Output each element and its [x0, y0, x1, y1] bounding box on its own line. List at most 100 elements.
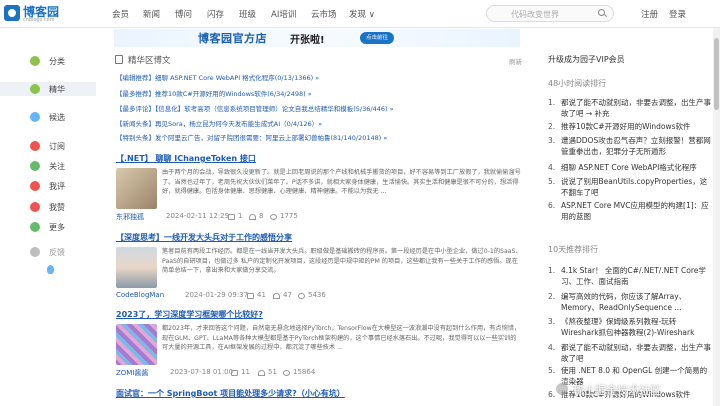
nav-item-questions[interactable]: 博问: [175, 8, 192, 20]
sidebar-item-more[interactable]: 更多: [0, 220, 96, 234]
search-input[interactable]: 代码改变世界: [486, 5, 614, 22]
post-excerpt: 由于两个月的会战，导致很久没更新了。就是上回老周说的那个产线和机械手搬货的项目，…: [162, 169, 521, 196]
essence-icon: [30, 84, 40, 94]
document-icon: [115, 55, 123, 64]
post-date: 2024-02-11 12:29: [166, 212, 230, 220]
post-author-link[interactable]: ZOMI酱酱: [116, 368, 148, 378]
comment-count[interactable]: 1: [238, 212, 242, 220]
post-meta: 东邪独孤 2024-02-11 12:29 1 8 1775: [116, 212, 524, 222]
post-title-link[interactable]: 2023了，学习深度学习框架哪个比较好?: [116, 309, 263, 320]
post-date: 2023-07-18 01:00: [170, 368, 234, 376]
promo-banner[interactable]: 博客园官方店 开张啦! 点击前往: [114, 29, 520, 47]
section-header: 精华区博文 刷新: [114, 53, 524, 67]
sidebar-item-label: 订阅: [49, 141, 65, 151]
view-count: 5436: [308, 291, 326, 299]
sidebar-item-label: 反馈: [49, 247, 65, 257]
comment-count[interactable]: 11: [241, 368, 250, 376]
view-icon: [270, 214, 277, 220]
follow-icon: [30, 161, 40, 171]
comment-icon: [247, 293, 254, 299]
nav-item-member[interactable]: 会员: [112, 8, 129, 20]
comment-count[interactable]: 41: [257, 291, 266, 299]
sidebar-item-label: 更多: [49, 222, 65, 232]
post-meta: CodeBlogMan 2024-01-29 09:37 41 47 5436: [116, 291, 524, 301]
nav-item-discover[interactable]: 发现 ∨: [349, 8, 375, 20]
post-author-link[interactable]: CodeBlogMan: [116, 291, 164, 299]
banner-title: 博客园官方店: [198, 32, 267, 45]
site-logo[interactable]: 博客园 cnblogs.com: [4, 3, 80, 25]
sidebar-item-my-likes[interactable]: 我赞: [0, 200, 96, 214]
sidebar-item-label: 我评: [49, 181, 65, 191]
view-icon: [298, 293, 305, 299]
post-excerpt: 笔者目前有两段工作经历。都是在一线当开发大头兵。职级做是基础搬砖的程序员。第一段…: [162, 248, 522, 275]
view-count: 15864: [293, 368, 316, 376]
my-like-icon: [30, 202, 40, 212]
comment-icon: [228, 214, 235, 220]
vip-link[interactable]: 升级成为园子VIP会员: [548, 54, 625, 65]
logo-icon: [4, 5, 20, 21]
logo-domain: cnblogs.com: [23, 17, 55, 23]
sidebar-item-essence[interactable]: 精华: [0, 82, 96, 96]
candidate-icon: [30, 112, 40, 122]
like-count[interactable]: 47: [283, 291, 292, 299]
subscribe-icon: [30, 141, 40, 151]
feedback-icon: [30, 247, 40, 257]
search-icon[interactable]: [598, 9, 605, 16]
login-link[interactable]: 登录: [669, 8, 686, 20]
sidebar-item-candidate[interactable]: 候选: [0, 110, 96, 124]
view-icon: [283, 370, 290, 376]
pinned-link[interactable]: 【编辑推荐】细聊 ASP.NET Core WebAPI 格式化程序(0/13/…: [116, 72, 319, 82]
author-avatar[interactable]: [116, 247, 157, 288]
pinned-link[interactable]: 【最多推荐】推荐10款C#开源好用的Windows软件(6/34/2498) »: [116, 88, 312, 98]
top-navbar: 博客园 cnblogs.com 会员 新闻 博问 闪存 班级 AI培训 云市场 …: [0, 0, 720, 28]
sidebar-item-label: 候选: [49, 112, 65, 122]
sidebar-item-feedback[interactable]: 反馈: [0, 245, 96, 259]
like-count[interactable]: 8: [259, 212, 263, 220]
more-icon: [30, 222, 40, 232]
author-avatar[interactable]: [116, 324, 157, 365]
sidebar-item-label: 精华: [49, 84, 65, 94]
page-scrollbar[interactable]: [713, 28, 720, 406]
like-icon: [258, 370, 265, 376]
post-excerpt: 都2023年，才来回答这个问题，自然毫无悬念地选择PyTorch，TensorF…: [162, 325, 521, 352]
like-icon: [249, 214, 256, 220]
comment-icon: [231, 370, 238, 376]
post-meta: ZOMI酱酱 2023-07-18 01:00 11 51 15864: [116, 368, 524, 378]
author-avatar[interactable]: [116, 168, 157, 209]
scrollbar-thumb[interactable]: [714, 38, 719, 110]
category-icon: [30, 56, 40, 66]
section-title: 精华区博文: [128, 56, 171, 66]
register-link[interactable]: 注册: [641, 8, 658, 20]
lightbulb-icon[interactable]: [47, 265, 54, 274]
sidebar-item-my-comments[interactable]: 我评: [0, 179, 96, 193]
watermark-logo-icon: [556, 383, 568, 395]
sidebar-item-label: 我赞: [49, 202, 65, 212]
hot-rank-heading: 48小时阅读排行: [548, 79, 607, 88]
recommend-rank-heading: 10天推荐排行: [548, 245, 599, 254]
nav-item-cloud-market[interactable]: 云市场: [311, 8, 337, 20]
post-title-link[interactable]: 面试官：一个 SpringBoot 项目能处理多少请求?（小心有坑）: [116, 388, 345, 399]
view-count: 1775: [280, 212, 298, 220]
pinned-link[interactable]: 【新闻头条】再见Sora，杨立昆为何今天发布能生成式AI（0/4/126）»: [116, 118, 322, 128]
post-title-link[interactable]: 【深度思考】一线开发大头兵对于工作的感悟分享: [116, 232, 292, 243]
post-author-link[interactable]: 东邪独孤: [116, 212, 144, 222]
post-title-link[interactable]: 【.NET】 聊聊 IChangeToken 接口: [116, 153, 256, 164]
sidebar-item-follow[interactable]: 关注: [0, 159, 96, 173]
banner-badge[interactable]: 点击前往: [360, 32, 395, 44]
nav-item-class[interactable]: 班级: [239, 8, 256, 20]
pinned-link[interactable]: 【最多评论】【信息化】软考高项（信息系统项目管理师）论文自我总结精华和模板(5/…: [116, 103, 394, 113]
sidebar-item-label: 关注: [49, 161, 65, 171]
nav-item-news[interactable]: 新闻: [143, 8, 160, 20]
pinned-link[interactable]: 【特别头条】发个阿里云广告，对留子院团很需要：阿里云上部署幻兽帕鲁(81/140…: [116, 132, 387, 142]
refresh-link[interactable]: 刷新: [509, 56, 522, 66]
banner-subtitle: 开张啦!: [290, 35, 325, 46]
sidebar-item-label: 分类: [49, 56, 65, 66]
nav-item-ai-training[interactable]: AI培训: [271, 8, 296, 20]
sidebar-item-category[interactable]: 分类: [0, 54, 96, 68]
like-count[interactable]: 51: [268, 368, 277, 376]
nav-item-flash[interactable]: 闪存: [207, 8, 224, 20]
watermark-text: 稀土掘金技术社区: [573, 384, 661, 397]
post-date: 2024-01-29 09:37: [185, 291, 249, 299]
sidebar-item-subscribe[interactable]: 订阅: [0, 139, 96, 153]
like-icon: [273, 293, 280, 299]
